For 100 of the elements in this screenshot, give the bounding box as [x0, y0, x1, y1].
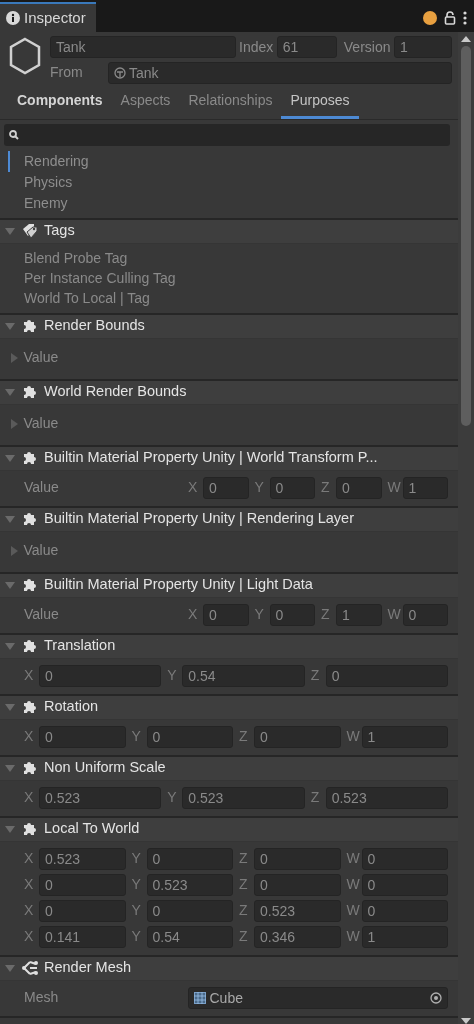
search-field[interactable]	[4, 123, 450, 146]
target-icon[interactable]	[430, 991, 442, 1004]
field-label: Value	[24, 605, 60, 624]
axis-label: Z	[310, 788, 321, 807]
number-field[interactable]: 0	[361, 899, 448, 922]
mesh-icon	[21, 959, 39, 977]
expand-arrow-icon[interactable]	[4, 640, 16, 652]
component-header[interactable]: Render Mesh	[0, 956, 458, 981]
axis-label: X	[24, 849, 35, 868]
number-field[interactable]: 0	[254, 873, 341, 896]
expand-arrow-icon[interactable]	[4, 762, 16, 774]
expand-arrow-icon[interactable]	[4, 579, 16, 591]
foldout-arrow-icon[interactable]	[8, 417, 20, 430]
tab[interactable]: Aspects	[111, 87, 180, 119]
number-field[interactable]: 0	[269, 476, 315, 499]
number-field[interactable]: 0	[361, 847, 448, 870]
number-field[interactable]: 0.523	[182, 786, 305, 809]
number-field[interactable]: 0.54	[182, 664, 305, 687]
number-field[interactable]: 0	[146, 725, 233, 748]
scrollbar[interactable]	[458, 32, 474, 1024]
number-field[interactable]: 0	[39, 725, 126, 748]
number-field[interactable]: 0	[39, 664, 162, 687]
component-header[interactable]: Builtin Material Property Unity | Rendering Layer	[0, 507, 458, 532]
panel-tab[interactable]: Inspector	[0, 2, 96, 32]
component-title: World Render Bounds	[44, 382, 187, 402]
more-menu-icon[interactable]	[463, 11, 467, 25]
component-header[interactable]: Builtin Material Property Unity | World Transform P...	[0, 446, 458, 471]
number-field[interactable]: 0	[146, 899, 233, 922]
number-field[interactable]: 0	[39, 899, 126, 922]
number-field[interactable]: 0	[402, 603, 448, 626]
expand-arrow-icon[interactable]	[4, 320, 16, 332]
number-field[interactable]: 0.54	[146, 925, 233, 948]
number-field[interactable]: 1	[336, 603, 382, 626]
number-field[interactable]: 0.523	[254, 899, 341, 922]
axis-label: Y	[167, 666, 178, 685]
component-header[interactable]: Builtin Material Property Unity | Light Data	[0, 573, 458, 598]
number-field[interactable]: 0	[203, 603, 249, 626]
expand-arrow-icon[interactable]	[4, 225, 16, 237]
source-field[interactable]: Tank	[107, 61, 452, 84]
number-field[interactable]: 0.141	[39, 925, 126, 948]
purpose-item[interactable]: Enemy	[8, 192, 458, 214]
expand-arrow-icon[interactable]	[4, 962, 16, 974]
tag-name: Per Instance Culling Tag	[24, 268, 177, 288]
version-field[interactable]: 1	[394, 36, 452, 58]
tab[interactable]: Components	[8, 87, 112, 119]
component-header[interactable]: Rotation	[0, 695, 458, 720]
tab[interactable]: Relationships	[179, 87, 282, 119]
component-header[interactable]: Tags	[0, 219, 458, 244]
foldout-arrow-icon[interactable]	[8, 351, 20, 364]
component-header[interactable]: World Render Bounds	[0, 380, 458, 405]
number-field[interactable]: 0	[203, 476, 249, 499]
object-field[interactable]: Cube	[188, 986, 448, 1009]
component-header[interactable]: Translation	[0, 634, 458, 659]
component-header[interactable]: Render Bounds	[0, 314, 458, 339]
number-field[interactable]: 0	[254, 847, 341, 870]
number-field[interactable]: 0	[39, 873, 126, 896]
tab[interactable]: Purposes	[281, 87, 359, 119]
expand-arrow-icon[interactable]	[4, 513, 16, 525]
expand-arrow-icon[interactable]	[4, 452, 16, 464]
axis-label: W	[387, 478, 399, 497]
component-header[interactable]: Non Uniform Scale	[0, 756, 458, 781]
foldout-row[interactable]: Value	[8, 410, 59, 437]
foldout-row[interactable]: Value	[8, 537, 59, 564]
name-field[interactable]: Tank	[50, 36, 236, 58]
number-field[interactable]: 0	[361, 873, 448, 896]
puzzle-icon	[21, 759, 39, 777]
number-field[interactable]: 0.346	[254, 925, 341, 948]
field-label: Mesh	[24, 988, 60, 1007]
expand-arrow-icon[interactable]	[4, 386, 16, 398]
purpose-item[interactable]: Physics	[8, 171, 458, 193]
component-header[interactable]: Local To World	[0, 817, 458, 842]
scroll-thumb[interactable]	[461, 46, 471, 426]
field-label: Value	[24, 478, 60, 497]
foldout-arrow-icon[interactable]	[8, 544, 20, 557]
number-field[interactable]: 1	[402, 476, 448, 499]
number-field[interactable]: 0	[325, 664, 448, 687]
index-field[interactable]: 61	[276, 36, 337, 58]
axis-label: X	[24, 788, 35, 807]
lock-icon[interactable]	[444, 11, 456, 25]
number-field[interactable]: 0	[146, 847, 233, 870]
number-field[interactable]: 0	[336, 476, 382, 499]
number-field[interactable]: 1	[361, 925, 448, 948]
info-icon	[6, 11, 20, 25]
axis-label: Y	[131, 849, 142, 868]
foldout-row[interactable]: Value	[8, 344, 59, 371]
number-field[interactable]: 1	[361, 725, 448, 748]
expand-arrow-icon[interactable]	[4, 823, 16, 835]
field-label: Value	[23, 541, 59, 560]
number-field[interactable]: 0.523	[39, 786, 162, 809]
puzzle-icon	[21, 510, 39, 528]
scroll-down-icon[interactable]	[461, 1018, 471, 1024]
expand-arrow-icon[interactable]	[4, 701, 16, 713]
number-field[interactable]: 0.523	[39, 847, 126, 870]
number-field[interactable]: 0.523	[146, 873, 233, 896]
number-field[interactable]: 0	[269, 603, 315, 626]
number-field[interactable]: 0.523	[325, 786, 448, 809]
scroll-up-icon[interactable]	[461, 36, 471, 42]
axis-label: X	[24, 727, 35, 746]
axis-label: Z	[239, 727, 249, 746]
number-field[interactable]: 0	[254, 725, 341, 748]
